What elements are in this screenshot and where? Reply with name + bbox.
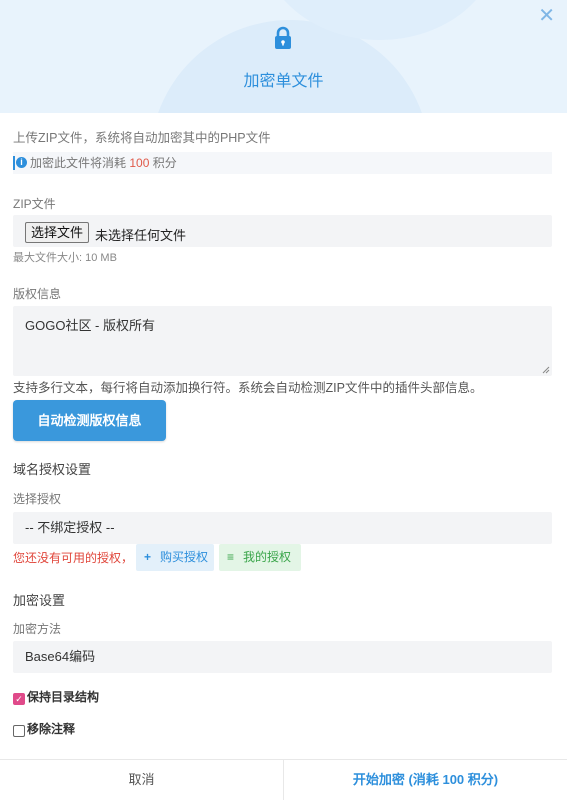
encrypt-method-label: 加密方法: [13, 622, 62, 636]
zip-file-input[interactable]: 选择文件 未选择任何文件: [13, 215, 552, 247]
cost-prefix: 加密此文件将消耗: [30, 156, 130, 170]
plus-icon: +: [144, 550, 152, 564]
cost-suffix: 积分: [149, 156, 177, 170]
info-icon: i: [16, 157, 27, 168]
copyright-textarea[interactable]: GOGO社区 - 版权所有: [13, 306, 552, 376]
keep-structure-checkbox[interactable]: ✓: [13, 693, 25, 705]
no-license-warning: 您还没有可用的授权，: [13, 551, 134, 565]
remove-comments-checkbox[interactable]: [13, 725, 25, 737]
keep-structure-label[interactable]: 保持目录结构: [27, 688, 99, 705]
copyright-value: GOGO社区 - 版权所有: [25, 318, 156, 333]
list-icon: ≡: [227, 550, 235, 564]
choose-file-button[interactable]: 选择文件: [25, 222, 90, 243]
zip-file-label: ZIP文件: [13, 197, 56, 211]
dialog-title: 加密单文件: [243, 73, 324, 90]
file-status: 未选择任何文件: [95, 228, 187, 243]
remove-comments-label[interactable]: 移除注释: [27, 720, 75, 737]
start-encrypt-button[interactable]: 开始加密 (消耗 100 积分): [284, 760, 567, 800]
lock-icon: [275, 26, 291, 49]
encrypt-method-select[interactable]: Base64编码: [13, 641, 552, 673]
buy-license-label: 购买授权: [160, 550, 209, 564]
close-icon[interactable]: ✕: [538, 6, 555, 26]
intro-text: 上传ZIP文件，系统将自动加密其中的PHP文件: [13, 131, 271, 145]
cost-value: 100: [129, 156, 150, 170]
encrypt-section-title: 加密设置: [13, 593, 66, 608]
domain-section-title: 域名授权设置: [13, 462, 92, 477]
cancel-button[interactable]: 取消: [0, 760, 283, 800]
detect-copyright-button[interactable]: 自动检测版权信息: [13, 400, 166, 441]
dialog-header: ✕ 加密单文件: [0, 0, 567, 113]
my-license-button[interactable]: ≡ 我的授权: [219, 544, 301, 571]
license-select[interactable]: -- 不绑定授权 --: [13, 512, 552, 544]
my-license-label: 我的授权: [243, 550, 292, 564]
cost-notice-text: 加密此文件将消耗 100 积分: [30, 152, 177, 174]
resize-handle-icon[interactable]: [542, 366, 550, 374]
buy-license-button[interactable]: + 购买授权: [136, 544, 214, 571]
copyright-label: 版权信息: [13, 287, 62, 301]
cost-notice: i 加密此文件将消耗 100 积分: [13, 152, 552, 174]
notice-accent-bar: [13, 156, 15, 170]
copyright-help-text: 支持多行文本，每行将自动添加换行符。系统会自动检测ZIP文件中的插件头部信息。: [13, 381, 483, 395]
select-license-label: 选择授权: [13, 492, 62, 506]
max-file-size-hint: 最大文件大小: 10 MB: [13, 252, 117, 264]
dialog-footer: 取消 开始加密 (消耗 100 积分): [0, 759, 567, 800]
